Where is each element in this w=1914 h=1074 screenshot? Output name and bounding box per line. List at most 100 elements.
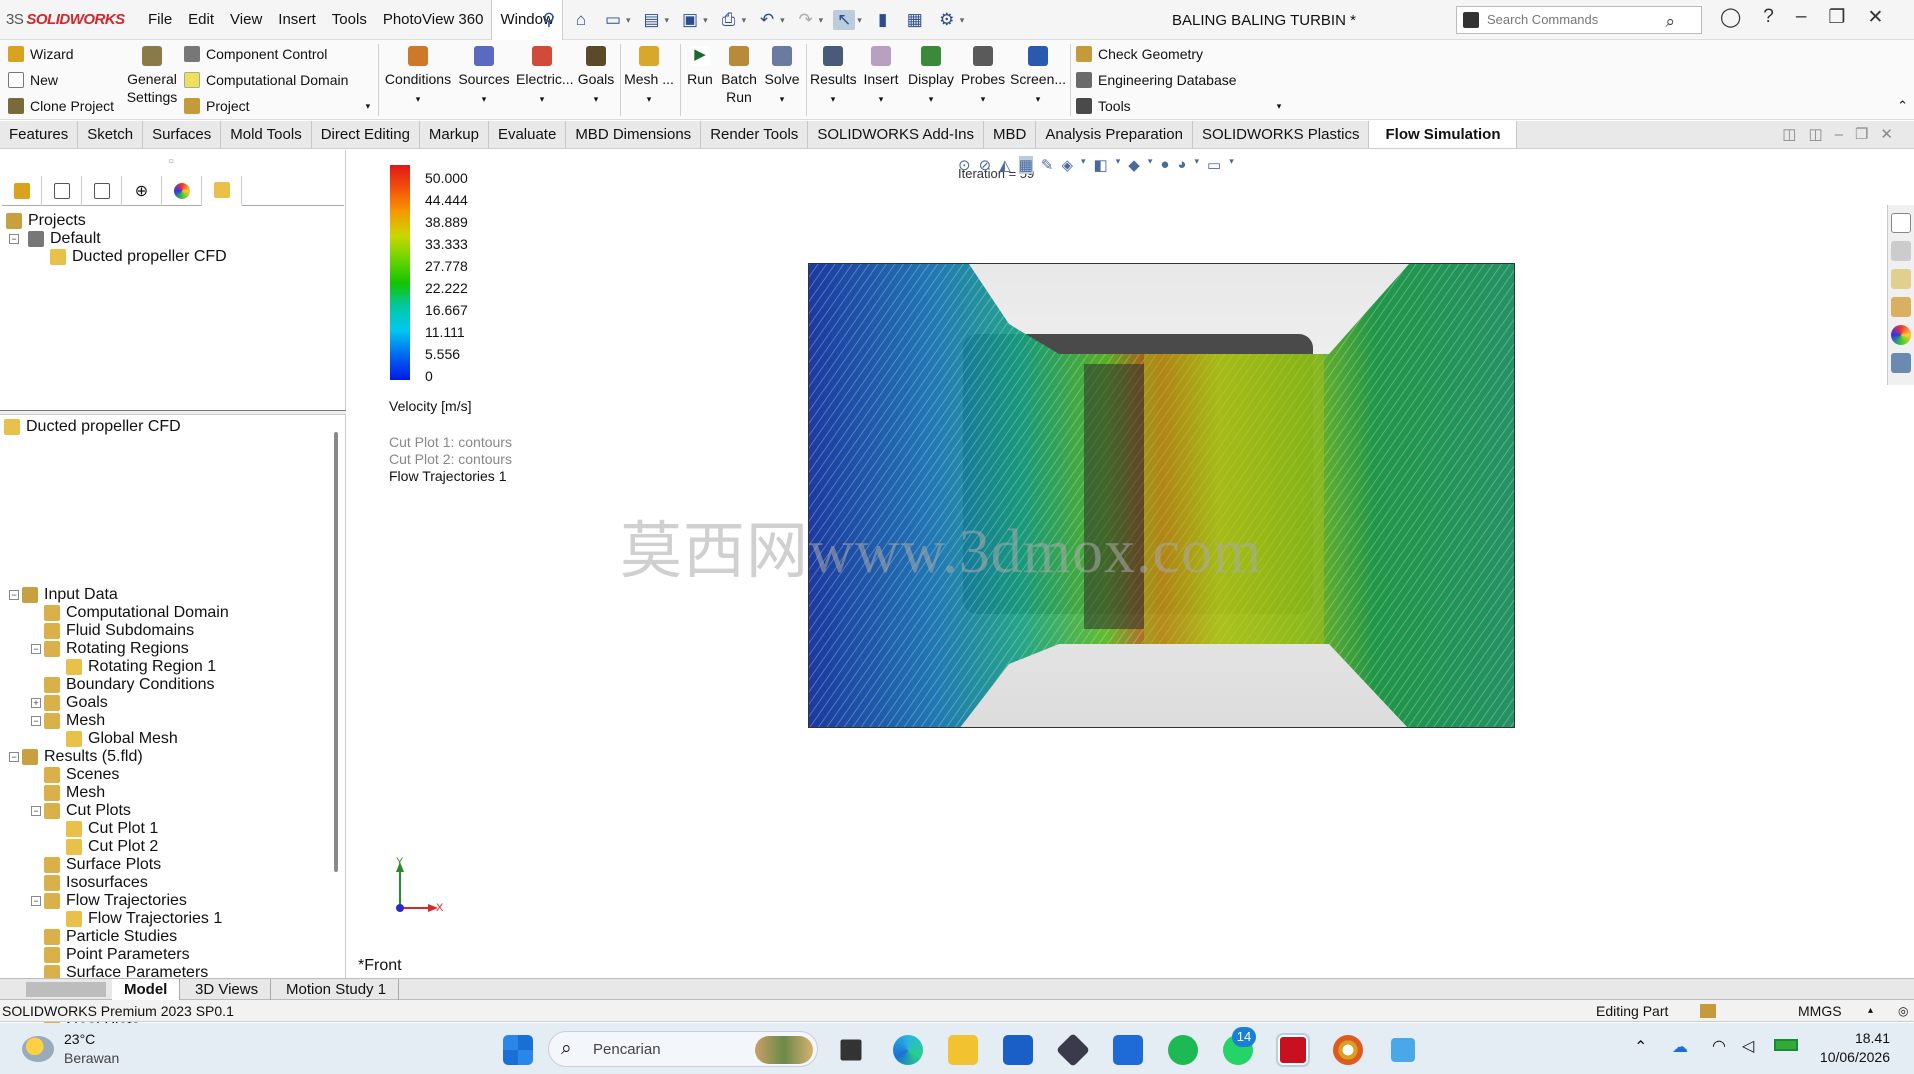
tree-node[interactable]: Scenes [44,765,119,785]
view-settings-icon[interactable]: ▭ [1207,156,1221,174]
restore-icon[interactable]: ❐ [1828,6,1845,29]
tools-button[interactable]: Tools ▾ [1076,98,1281,114]
edge-icon[interactable] [893,1035,923,1065]
run-button[interactable]: ▶ Run [684,46,716,88]
magnifier-icon[interactable]: ⌕ [1665,9,1675,35]
appearances-icon[interactable] [1891,325,1911,345]
insert-button[interactable]: Insert ▾ [860,46,902,108]
print-icon[interactable]: ⎙ [718,10,740,30]
new-file-icon[interactable]: ▭ [602,10,624,30]
tree-node[interactable]: Flow Trajectories [44,891,187,911]
design-library-icon[interactable] [1891,241,1911,261]
panel-splitter[interactable] [0,410,346,415]
tree-node[interactable]: Cut Plot 1 [66,819,158,839]
select-cursor-icon[interactable]: ↖ [833,10,856,30]
previous-view-icon[interactable]: ◭ [999,156,1011,174]
options-gear-icon[interactable]: ⚙ [936,10,958,30]
display-manager-tab[interactable] [162,176,202,206]
menu-photoview[interactable]: PhotoView 360 [375,0,492,40]
results-button[interactable]: Results ▾ [810,46,857,108]
tree-expander[interactable]: − [31,644,41,654]
menu-file[interactable]: File [140,0,180,40]
tree-expander[interactable]: + [31,698,41,708]
sources-button[interactable]: Sources ▾ [458,46,510,108]
tab-features[interactable]: Features [0,121,79,148]
solidworks-logo[interactable]: 3S SOLIDWORKS [6,11,125,28]
tree-node[interactable]: Fluid Subdomains [44,621,194,641]
tree-expander[interactable]: − [9,752,19,762]
tree-scrollbar[interactable] [334,432,338,872]
tree-expander[interactable]: − [31,896,41,906]
tree-node[interactable]: Mesh [44,711,105,731]
conditions-button[interactable]: Conditions ▾ [383,46,453,108]
app-cube-icon[interactable] [1056,1033,1090,1067]
traffic-light-icon[interactable]: ▮ [872,10,894,30]
sw-resources-icon[interactable] [1891,213,1911,233]
edit-appearance-icon[interactable]: ● [1160,156,1169,174]
tree-node[interactable]: Rotating Region 1 [66,657,216,677]
feature-manager-tab[interactable] [2,176,42,206]
tab-markup[interactable]: Markup [420,121,489,148]
view-orientation-icon[interactable]: ◈ [1061,156,1073,174]
account-icon[interactable]: ◯ [1720,6,1741,29]
project-button[interactable]: Project ▾ [184,98,370,114]
tab-analysis-preparation[interactable]: Analysis Preparation [1036,121,1193,148]
component-control-button[interactable]: Component Control [184,46,327,62]
units-dropdown-icon[interactable]: ▴ [1868,1000,1873,1022]
solve-button[interactable]: Solve ▾ [762,46,802,108]
mesh-button[interactable]: Mesh ... ▾ [624,46,674,108]
panel-grip[interactable]: ○ [168,156,174,167]
volume-icon[interactable]: ◁ [1742,1036,1754,1056]
section-view-icon[interactable]: ▦ [1018,156,1033,174]
rebuild-icon[interactable] [1700,1004,1716,1018]
app-blue-icon[interactable] [1113,1035,1143,1065]
tab-mbd[interactable]: MBD [984,121,1037,148]
tree-node[interactable]: Cut Plot 2 [66,837,158,857]
flow-simulation-tab[interactable] [202,176,242,206]
property-manager-tab[interactable] [42,176,82,206]
engineering-database-button[interactable]: Engineering Database [1076,72,1237,88]
tree-default-config[interactable]: Default [28,229,101,249]
weather-icon[interactable] [22,1036,54,1062]
goals-button[interactable]: Goals ▾ [576,46,616,108]
check-geometry-button[interactable]: Check Geometry [1076,46,1203,62]
clock-date[interactable]: 10/06/2026 [1814,1049,1890,1065]
minimize-icon[interactable]: – [1796,6,1807,29]
tree-expander[interactable]: − [31,716,41,726]
tray-overflow-icon[interactable]: ⌃ [1634,1037,1647,1057]
save-icon[interactable]: ▣ [679,10,701,30]
start-icon[interactable] [503,1035,533,1065]
batch-run-button[interactable]: Batch Run [720,46,758,106]
app-ring-icon[interactable] [1333,1035,1363,1065]
help-icon[interactable]: ? [1763,6,1774,29]
wifi-icon[interactable]: ◠ [1712,1036,1726,1056]
tab-plastics[interactable]: SOLIDWORKS Plastics [1193,121,1370,148]
onedrive-icon[interactable]: ☁ [1672,1037,1688,1057]
redo-icon[interactable]: ↷ [795,10,817,30]
display-button[interactable]: Display ▾ [906,46,956,108]
menu-tools[interactable]: Tools [324,0,375,40]
new-project-button[interactable]: New [8,72,58,88]
tree-node[interactable]: Rotating Regions [44,639,189,659]
task-view-icon[interactable] [840,1039,862,1061]
tree-analysis-root[interactable]: Ducted propeller CFD [4,417,181,437]
pin-icon[interactable]: ⚲ [538,10,560,30]
display-style-icon[interactable]: ◧ [1094,156,1108,174]
computational-domain-button[interactable]: Computational Domain [184,72,348,88]
tab-surfaces[interactable]: Surfaces [143,121,222,148]
battery-icon[interactable] [1774,1039,1798,1051]
file-explorer-taskbar-icon[interactable] [948,1035,978,1065]
tab-model[interactable]: Model [112,979,181,1000]
tree-node[interactable]: Isosurfaces [44,873,148,893]
tree-node[interactable]: Input Data [22,585,118,605]
clock-time[interactable]: 18.41 [1814,1030,1890,1046]
tree-expander[interactable]: − [31,806,41,816]
taskbar-search[interactable]: ⌕ Pencarian [548,1031,818,1067]
search-commands-input[interactable]: Search Commands ⌕ [1456,6,1702,34]
tree-expander[interactable]: − [9,590,19,600]
dimxpert-tab[interactable]: ⊕ [122,176,162,206]
spotify-icon[interactable] [1168,1035,1198,1065]
collapse-ribbon-icon[interactable]: ⌃ [1897,98,1908,114]
tab-sketch[interactable]: Sketch [78,121,144,148]
store-icon[interactable] [1003,1035,1033,1065]
